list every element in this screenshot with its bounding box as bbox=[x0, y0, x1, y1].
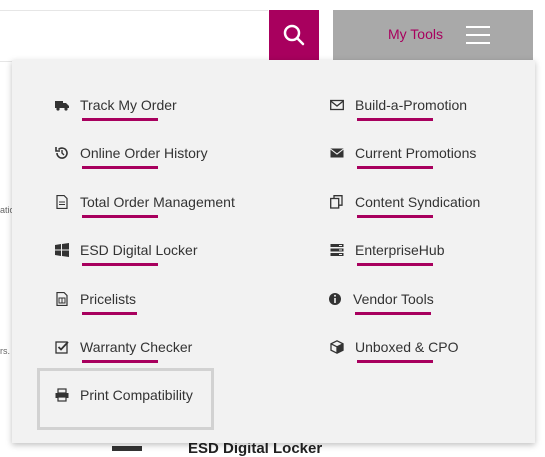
background-decoration bbox=[112, 446, 142, 451]
menu-item-label: Total Order Management bbox=[80, 194, 235, 210]
info-icon bbox=[329, 293, 341, 305]
my-tools-dropdown: Track My Order Online Order History Tota… bbox=[12, 60, 535, 443]
document-icon bbox=[56, 195, 68, 209]
search-button[interactable] bbox=[269, 10, 319, 60]
underline bbox=[357, 166, 433, 169]
underline bbox=[82, 312, 137, 315]
server-icon bbox=[330, 244, 344, 256]
underline bbox=[357, 118, 433, 121]
hamburger-icon bbox=[466, 26, 490, 44]
windows-icon bbox=[55, 243, 69, 257]
underline bbox=[82, 263, 158, 266]
menu-item-label: EnterpriseHub bbox=[355, 242, 445, 258]
menu-item-label: Online Order History bbox=[80, 145, 208, 161]
menu-item-label: Current Promotions bbox=[355, 145, 477, 161]
printer-icon bbox=[55, 388, 69, 402]
search-icon bbox=[283, 24, 305, 46]
underline bbox=[82, 118, 158, 121]
menu-item-label: Track My Order bbox=[80, 97, 177, 113]
my-tools-label: My Tools bbox=[388, 26, 443, 42]
my-tools-button[interactable]: My Tools bbox=[333, 10, 533, 60]
search-input[interactable] bbox=[0, 10, 268, 62]
menu-item-label: Pricelists bbox=[80, 291, 137, 307]
envelope-icon bbox=[330, 148, 344, 158]
menu-item-label: Warranty Checker bbox=[80, 339, 193, 355]
envelope-outline-icon bbox=[330, 99, 344, 111]
menu-item-label: Vendor Tools bbox=[353, 291, 434, 307]
menu-item-label: Print Compatibility bbox=[80, 387, 193, 403]
background-text-fragment: rs. bbox=[0, 346, 10, 356]
underline bbox=[82, 360, 158, 363]
underline bbox=[357, 360, 433, 363]
menu-item-label: Content Syndication bbox=[355, 194, 481, 210]
underline bbox=[82, 215, 158, 218]
menu-item-label: Build-a-Promotion bbox=[355, 97, 468, 113]
spreadsheet-file-icon bbox=[56, 292, 68, 306]
truck-icon bbox=[55, 101, 69, 111]
underline bbox=[355, 312, 431, 315]
history-icon bbox=[55, 147, 68, 159]
checkbox-icon bbox=[55, 341, 69, 354]
menu-item-label: ESD Digital Locker bbox=[80, 242, 198, 258]
cube-icon bbox=[330, 340, 344, 354]
copy-icon bbox=[330, 195, 343, 209]
underline bbox=[357, 263, 433, 266]
menu-item-label: Unboxed & CPO bbox=[355, 339, 459, 355]
underline bbox=[82, 166, 158, 169]
underline bbox=[357, 215, 433, 218]
